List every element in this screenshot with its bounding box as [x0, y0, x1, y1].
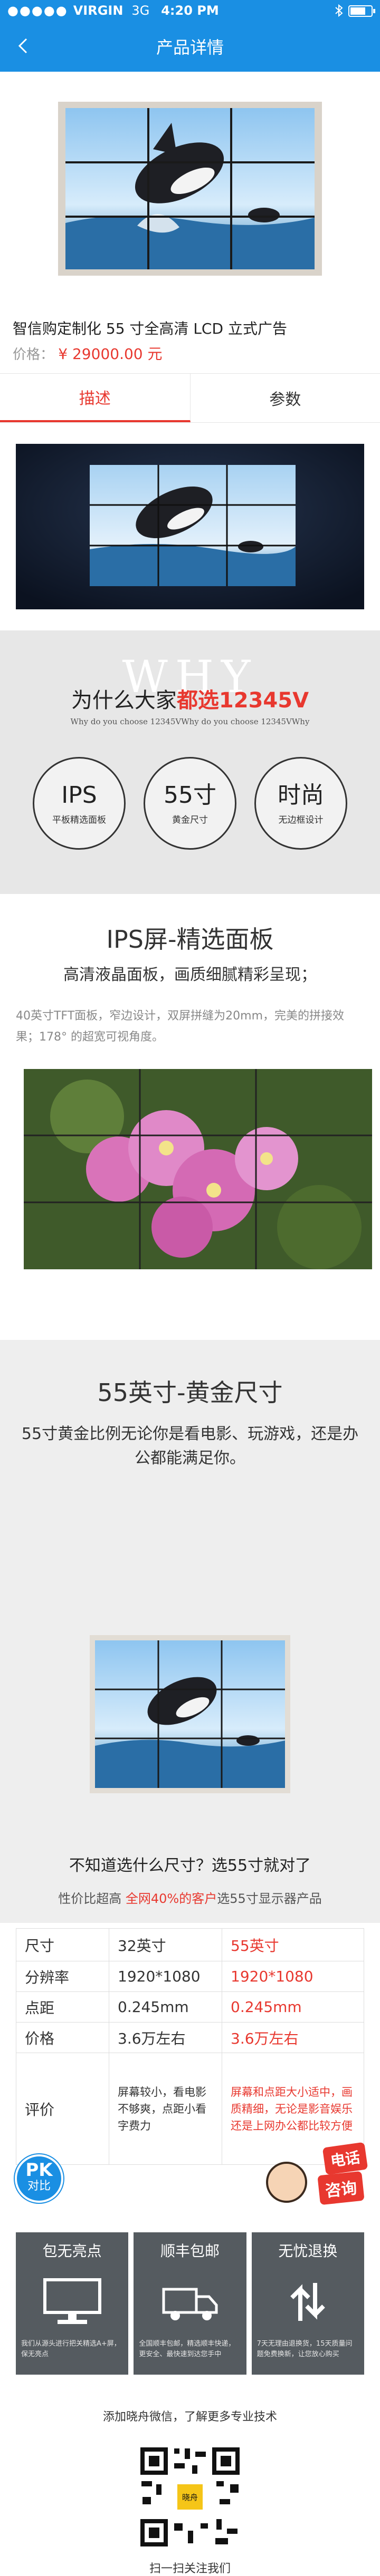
detail-tabs: 描述 参数: [0, 373, 380, 423]
size-stat-prefix: 性价比超高: [58, 1891, 126, 1906]
service-desc: 我们从源头进行把关精选A+屏，保无亮点: [16, 2339, 128, 2360]
table-cell: 1920*1080: [222, 1961, 364, 1992]
size-stat-highlight: 全网40%的客户: [126, 1891, 217, 1906]
price-value: ¥ 29000.00 元: [58, 345, 162, 363]
ips-section: IPS屏-精选面板 高清液晶面板，画质细腻精彩呈现； 40英寸TFT面板，窄边设…: [0, 894, 380, 1271]
table-cell: 分辨率: [16, 1961, 109, 1992]
table-cell: 3.6万左右: [109, 2023, 222, 2053]
golden-size-section: 55英寸-黄金尺寸 55寸黄金比例无论你是看电影、玩游戏，还是办公都能满足你。: [0, 1340, 380, 1635]
pk-badge: PK 对比: [15, 2154, 63, 2203]
call-label-line1: 电话: [322, 2142, 368, 2175]
table-cell: 1920*1080: [109, 1961, 222, 1992]
table-cell: 点距: [16, 1992, 109, 2023]
battery-icon: [348, 5, 373, 17]
ips-subtitle: 高清液晶面板，画质细腻精彩呈现；: [0, 961, 380, 985]
table-cell: 3.6万左右: [222, 2023, 364, 2053]
feature-size: 55寸 黄金尺寸: [144, 757, 236, 850]
video-wall-orca-image: [58, 102, 322, 276]
table-row: 分辨率 1920*1080 1920*1080: [16, 1961, 364, 1992]
ips-title: IPS屏-精选面板: [0, 920, 380, 955]
pk-badge-line2: 对比: [17, 2180, 61, 2193]
price-label: 价格：: [13, 347, 54, 363]
signal-strength-icon: ●●●●●: [7, 3, 68, 18]
bluetooth-icon: [335, 4, 343, 17]
table-cell: 32英寸: [109, 1929, 222, 1961]
nav-bar: 产品详情: [0, 21, 380, 72]
golden-size-image-wrap: [0, 1635, 380, 1828]
feature-size-label: 黄金尺寸: [172, 812, 208, 825]
why-section: WHY 为什么大家都选12345V Why do you choose 1234…: [0, 630, 380, 894]
qr-code-icon[interactable]: 晓舟: [137, 2444, 243, 2550]
why-title-highlight: 都选12345V: [177, 688, 309, 713]
table-row: 尺寸 32英寸 55英寸: [16, 1929, 364, 1961]
feature-ips-title: IPS: [61, 782, 97, 809]
video-wall-banner-image: [16, 444, 364, 609]
table-cell: 55英寸: [222, 1929, 364, 1961]
size-question-section: 不知道选什么尺寸？选55寸就对了 性价比超高 全网40%的客户选55寸显示器产品: [0, 1828, 380, 1923]
feature-ips: IPS 平板精选面板: [33, 757, 126, 850]
video-wall-orca-image-2: [90, 1635, 290, 1793]
table-row: 价格 3.6万左右 3.6万左右: [16, 2023, 364, 2053]
size-stat: 性价比超高 全网40%的客户选55寸显示器产品: [0, 1888, 380, 1907]
exchange-icon: [252, 2270, 364, 2334]
carrier-name: VIRGIN: [73, 3, 124, 18]
size-question: 不知道选什么尺寸？选55寸就对了: [0, 1852, 380, 1875]
truck-icon: [134, 2270, 246, 2334]
why-subtitle: Why do you choose 12345VWhy do you choos…: [0, 717, 380, 726]
status-bar: ●●●●● VIRGIN 3G 4:20 PM: [0, 0, 380, 21]
table-cell: 价格: [16, 2023, 109, 2053]
table-cell: 0.245mm: [109, 1992, 222, 2023]
feature-ips-label: 平板精选面板: [52, 812, 106, 825]
tab-parameters[interactable]: 参数: [191, 374, 380, 422]
price-line: 价格： ¥ 29000.00 元: [0, 341, 380, 373]
product-hero-image: [0, 72, 380, 306]
monitor-icon: [16, 2270, 128, 2334]
feature-style: 时尚 无边框设计: [254, 757, 347, 850]
why-title: 为什么大家都选12345V: [0, 683, 380, 714]
tab-description[interactable]: 描述: [0, 374, 191, 422]
table-row: 点距 0.245mm 0.245mm: [16, 1992, 364, 2023]
comparison-table: 尺寸 32英寸 55英寸 分辨率 1920*1080 1920*1080 点距 …: [16, 1928, 364, 2165]
call-label-line2: 咨询: [317, 2171, 364, 2205]
service-title: 无忧退换: [252, 2240, 364, 2261]
service-free-shipping: 顺丰包邮 全国顺丰包邮，精选顺丰快递，更安全、最快速到达您手中: [134, 2232, 246, 2375]
back-chevron-icon[interactable]: [11, 33, 37, 59]
table-cell: 尺寸: [16, 1929, 109, 1961]
golden-size-subtitle: 55寸黄金比例无论你是看电影、玩游戏，还是办公都能满足你。: [21, 1422, 359, 1471]
feature-style-title: 时尚: [278, 782, 324, 809]
network-type: 3G: [131, 3, 149, 18]
badge-row: PK 对比 电话 咨询: [0, 2165, 380, 2228]
service-desc: 7天无理由退换货，15天质量问题免费换新，让您放心购买: [252, 2339, 364, 2360]
product-title: 智信购定制化 55 寸全高清 LCD 立式广告: [0, 306, 380, 341]
agent-avatar-icon: [266, 2162, 307, 2203]
size-stat-suffix: 选55寸显示器产品: [217, 1891, 322, 1906]
feature-style-label: 无边框设计: [279, 812, 324, 825]
follow-text: 添加晓舟微信，了解更多专业技术: [0, 2407, 380, 2424]
why-title-prefix: 为什么大家: [71, 688, 177, 713]
service-no-dead-pixel: 包无亮点 我们从源头进行把关精选A+屏，保无亮点: [16, 2232, 128, 2375]
page-title: 产品详情: [156, 34, 224, 59]
feature-circles: IPS 平板精选面板 55寸 黄金尺寸 时尚 无边框设计: [0, 757, 380, 850]
ips-description: 40英寸TFT面板，窄边设计，双屏拼缝为20mm，完美的拼接效果；178° 的超…: [16, 1006, 364, 1048]
banner-section: [0, 423, 380, 630]
feature-size-title: 55寸: [164, 782, 216, 809]
call-consult-button[interactable]: 电话 咨询: [266, 2141, 366, 2214]
scan-text: 扫一扫关注我们: [0, 2559, 380, 2576]
service-guarantees: 包无亮点 我们从源头进行把关精选A+屏，保无亮点 顺丰包邮 全国顺丰包邮，精选顺…: [0, 2232, 380, 2375]
pk-badge-line1: PK: [17, 2161, 61, 2180]
service-title: 顺丰包邮: [134, 2240, 246, 2261]
table-cell: 0.245mm: [222, 1992, 364, 2023]
service-title: 包无亮点: [16, 2240, 128, 2261]
qr-logo-text: 晓舟: [182, 2493, 198, 2502]
flower-video-wall-image: [24, 1069, 372, 1269]
table-cell: 屏幕较小，看电影不够爽，点距小看字费力: [109, 2053, 222, 2165]
service-desc: 全国顺丰包邮，精选顺丰快递，更安全、最快速到达您手中: [134, 2339, 246, 2360]
golden-size-title: 55英寸-黄金尺寸: [0, 1374, 380, 1408]
table-cell: 评价: [16, 2053, 109, 2165]
service-easy-return: 无忧退换 7天无理由退换货，15天质量问题免费换新，让您放心购买: [252, 2232, 364, 2375]
